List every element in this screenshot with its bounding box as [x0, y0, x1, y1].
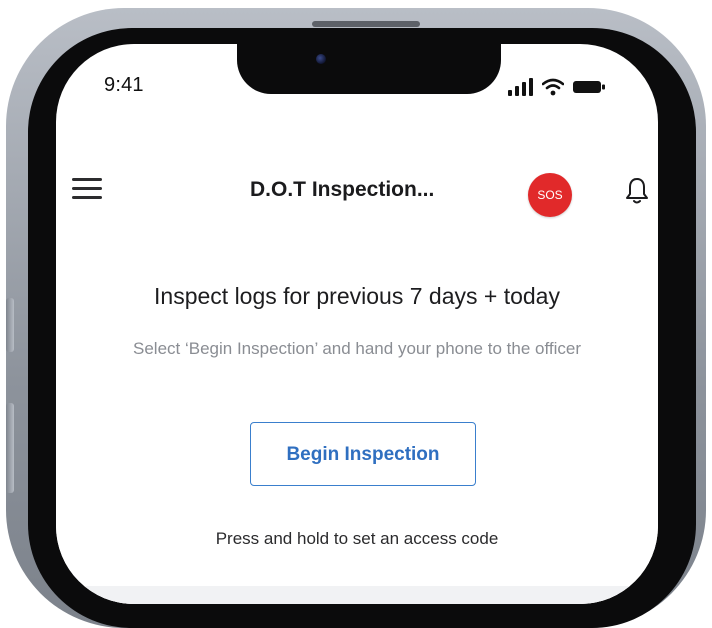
status-time: 9:41	[104, 74, 144, 96]
hamburger-menu-icon[interactable]	[72, 178, 102, 200]
inspection-panel: Inspect logs for previous 7 days + today…	[56, 232, 658, 604]
notch	[237, 44, 501, 94]
app-header: D.O.T Inspection... SOS	[56, 136, 658, 234]
sos-button[interactable]: SOS	[528, 173, 572, 217]
begin-inspection-button[interactable]: Begin Inspection	[250, 422, 476, 486]
bell-icon[interactable]	[625, 176, 649, 206]
phone-screen: 9:41 D.O.T Inspection... SOS Inspect log…	[56, 44, 658, 604]
battery-icon	[573, 81, 605, 93]
section-divider	[56, 586, 658, 604]
phone-speaker	[312, 21, 420, 27]
inspection-heading: Inspect logs for previous 7 days + today	[154, 283, 560, 309]
page-title: D.O.T Inspection...	[250, 178, 435, 201]
phone-side-button	[6, 403, 14, 493]
phone-side-button	[6, 298, 14, 352]
camera-icon	[316, 54, 326, 64]
inspection-instructions: Select ‘Begin Inspection’ and hand your …	[133, 339, 581, 358]
access-code-hint[interactable]: Press and hold to set an access code	[56, 529, 658, 549]
cellular-signal-icon	[508, 78, 533, 96]
wifi-icon	[542, 78, 564, 96]
